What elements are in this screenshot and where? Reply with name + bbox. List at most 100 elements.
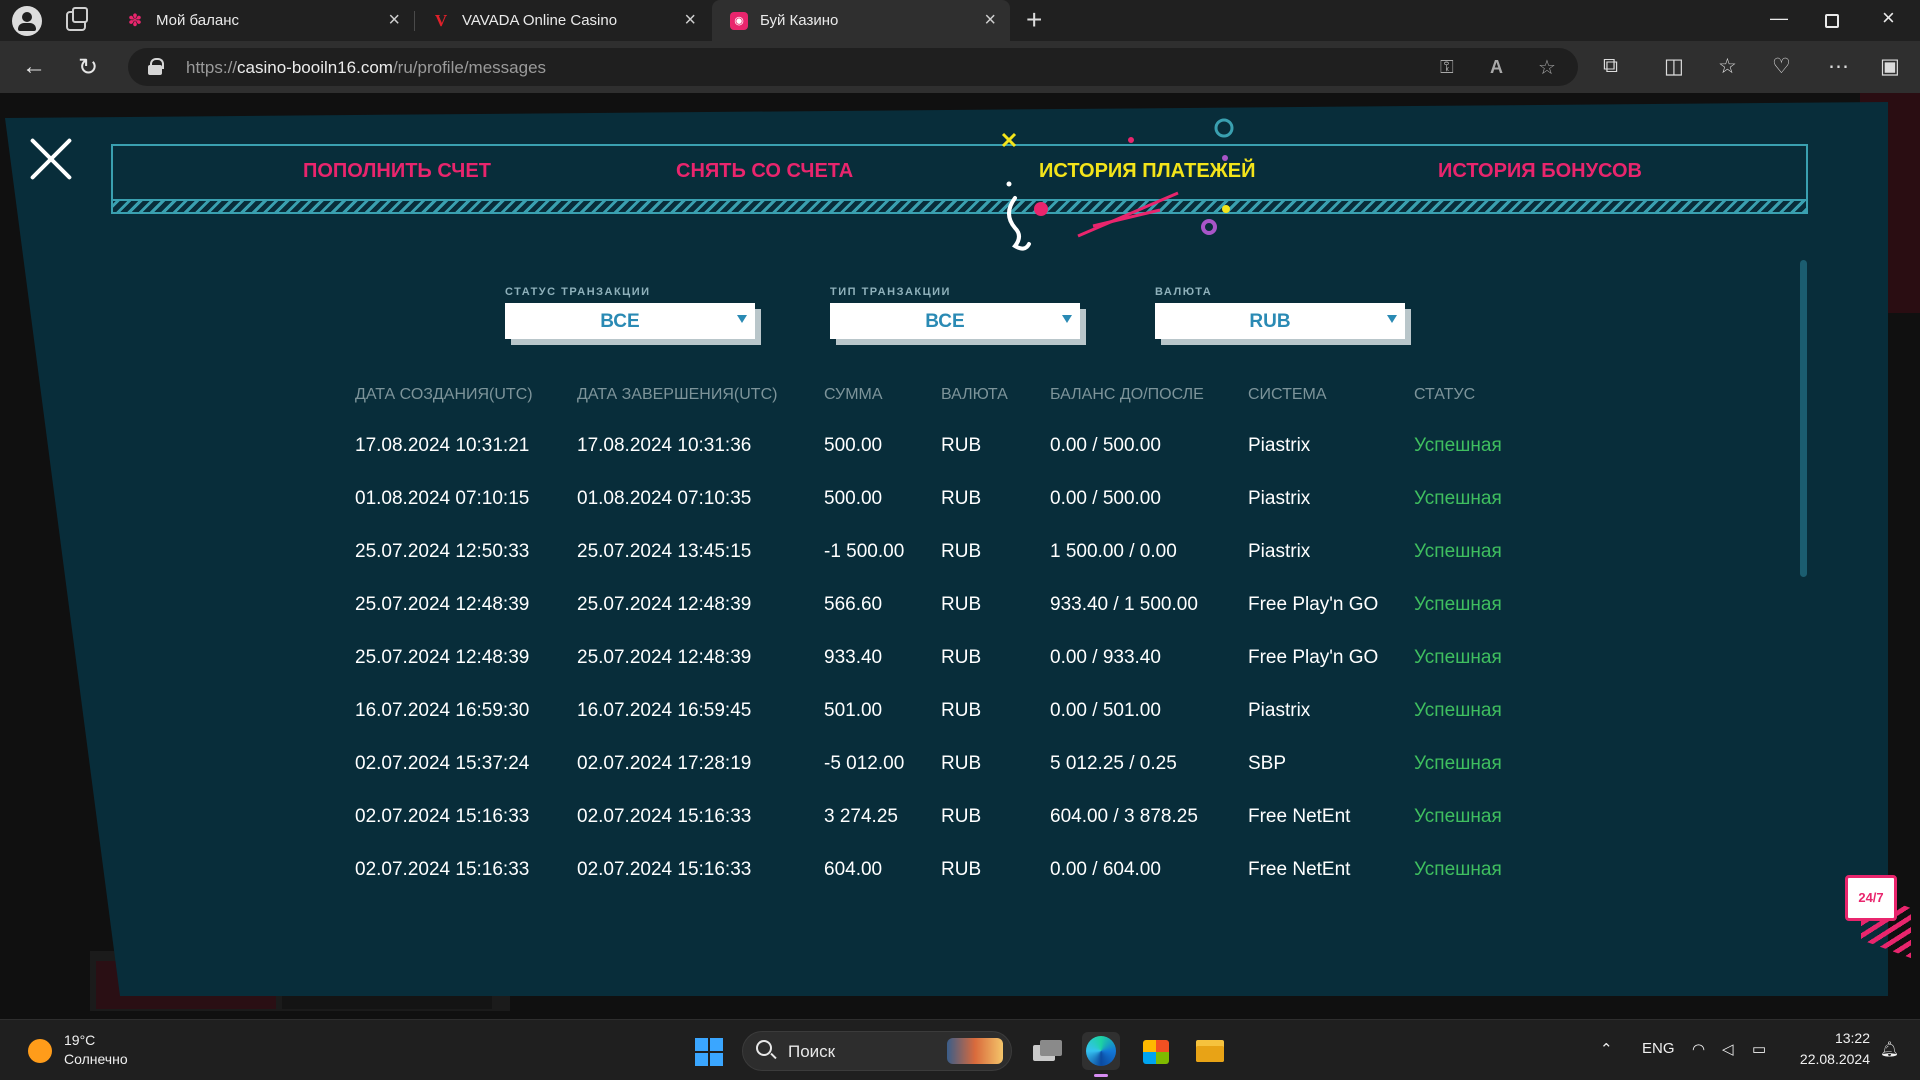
new-tab-icon[interactable]: + xyxy=(1026,4,1042,36)
cell-currency: RUB xyxy=(941,541,982,562)
windows-taskbar: 19°C Солнечно Поиск ⌃ ENG ◠ ◁ ▭ 13:22 22… xyxy=(0,1019,1920,1080)
tab-withdraw[interactable]: СНЯТЬ СО СЧЕТА xyxy=(676,160,853,183)
minimize-icon[interactable]: — xyxy=(1770,8,1788,29)
cell-amount: -5 012.00 xyxy=(824,753,905,774)
extensions-icon[interactable]: ⧉ xyxy=(1603,54,1618,78)
file-explorer-icon[interactable] xyxy=(1191,1032,1229,1070)
cell-amount: 933.40 xyxy=(824,647,883,668)
windows-start-icon[interactable] xyxy=(695,1038,723,1066)
weather-description[interactable]: Солнечно xyxy=(64,1051,128,1067)
browser-tab-casino[interactable]: ◉ Буй Казино × xyxy=(712,0,1010,41)
cell-completed: 25.07.2024 12:48:39 xyxy=(577,594,752,615)
clock-date[interactable]: 22.08.2024 xyxy=(1790,1051,1870,1067)
cell-currency: RUB xyxy=(941,594,982,615)
address-bar[interactable]: https://casino-booiln16.com/ru/profile/m… xyxy=(128,48,1578,86)
cell-system: Piastrix xyxy=(1248,700,1311,721)
cell-balance: 0.00 / 501.00 xyxy=(1050,700,1161,721)
close-window-icon[interactable]: × xyxy=(1882,5,1895,31)
cell-system: Free NetEnt xyxy=(1248,859,1351,880)
filter-status-value: ВСЕ xyxy=(600,311,640,332)
microsoft-store-icon[interactable] xyxy=(1137,1032,1175,1070)
filter-currency-value: RUB xyxy=(1249,311,1291,332)
clock-time[interactable]: 13:22 xyxy=(1830,1030,1870,1046)
browser-tab-vavada[interactable]: V VAVADA Online Casino × xyxy=(414,0,710,41)
restore-icon[interactable] xyxy=(1825,14,1839,28)
search-icon xyxy=(756,1040,772,1056)
column-header-amount: СУММА xyxy=(824,386,883,403)
cell-status: Успешная xyxy=(1414,435,1502,456)
cell-status: Успешная xyxy=(1414,806,1502,827)
cell-completed: 16.07.2024 16:59:45 xyxy=(577,700,752,721)
cell-completed: 17.08.2024 10:31:36 xyxy=(577,435,752,456)
volume-icon[interactable]: ◁ xyxy=(1722,1040,1734,1058)
cell-status: Успешная xyxy=(1414,594,1502,615)
close-modal-icon[interactable] xyxy=(27,135,75,183)
more-options-icon[interactable]: ⋯ xyxy=(1828,54,1849,79)
key-icon[interactable]: ⚿ xyxy=(1440,57,1454,78)
cell-created: 17.08.2024 10:31:21 xyxy=(355,435,530,456)
column-header-status: СТАТУС xyxy=(1414,386,1476,403)
filter-currency-select[interactable]: RUB xyxy=(1155,303,1405,339)
language-indicator[interactable]: ENG xyxy=(1642,1040,1675,1057)
lock-icon[interactable] xyxy=(148,58,164,75)
cell-currency: RUB xyxy=(941,647,982,668)
task-view-icon[interactable] xyxy=(1028,1032,1066,1070)
cell-amount: 604.00 xyxy=(824,859,883,880)
profile-avatar-icon[interactable] xyxy=(12,6,42,36)
close-tab-icon[interactable]: × xyxy=(684,9,696,32)
cell-completed: 01.08.2024 07:10:35 xyxy=(577,488,752,509)
back-arrow-icon[interactable]: ← xyxy=(22,53,46,81)
support-chat-button[interactable]: 24/7 xyxy=(1845,875,1897,921)
cell-created: 25.07.2024 12:48:39 xyxy=(355,594,530,615)
cell-system: Free Play'n GO xyxy=(1248,594,1379,615)
notification-bell-icon[interactable]: 🔔︎ xyxy=(1880,1040,1899,1058)
browser-toolbar: ← ↻ https://casino-booiln16.com/ru/profi… xyxy=(0,41,1920,93)
split-screen-icon[interactable]: ◫ xyxy=(1664,54,1684,79)
support-chat-widget[interactable]: 24/7 xyxy=(1843,873,1915,959)
close-tab-icon[interactable]: × xyxy=(388,9,400,32)
column-header-created: ДАТА СОЗДАНИЯ(UTC) xyxy=(355,386,533,403)
browser-tab-strip: ✽ Мой баланс × V VAVADA Online Casino × … xyxy=(0,0,1920,41)
refresh-icon[interactable]: ↻ xyxy=(78,53,98,82)
url-text[interactable]: https://casino-booiln16.com/ru/profile/m… xyxy=(186,58,546,78)
column-header-completed: ДАТА ЗАВЕРШЕНИЯ(UTC) xyxy=(577,386,778,403)
weather-temperature[interactable]: 19°C xyxy=(64,1032,95,1048)
tab-deposit[interactable]: ПОПОЛНИТЬ СЧЕТ xyxy=(303,160,491,183)
favorite-star-icon[interactable]: ☆ xyxy=(1538,55,1556,80)
battery-icon[interactable]: ▭ xyxy=(1752,1040,1766,1058)
cell-created: 16.07.2024 16:59:30 xyxy=(355,700,530,721)
profile-tabs-hatch xyxy=(111,201,1808,214)
close-tab-icon[interactable]: × xyxy=(984,9,996,32)
taskbar-search[interactable]: Поиск xyxy=(742,1031,1012,1071)
column-header-currency: ВАЛЮТА xyxy=(941,386,1008,403)
filter-status-select[interactable]: ВСЕ xyxy=(505,303,755,339)
column-header-balance: БАЛАНС ДО/ПОСЛЕ xyxy=(1050,386,1204,403)
browser-essentials-icon[interactable]: ♡ xyxy=(1772,54,1791,79)
edge-browser-icon[interactable] xyxy=(1082,1032,1120,1077)
confetti-decoration-icon xyxy=(1001,118,1234,251)
workspaces-icon[interactable] xyxy=(66,7,88,31)
cell-status: Успешная xyxy=(1414,859,1502,880)
scrollbar-thumb[interactable] xyxy=(1800,260,1807,577)
tab-bonus-history[interactable]: ИСТОРИЯ БОНУСОВ xyxy=(1438,160,1642,183)
read-aloud-icon[interactable]: A xyxy=(1490,57,1503,78)
cell-balance: 604.00 / 3 878.25 xyxy=(1050,806,1198,827)
filter-type-select[interactable]: ВСЕ xyxy=(830,303,1080,339)
cell-currency: RUB xyxy=(941,700,982,721)
sidebar-toggle-icon[interactable]: ▣ xyxy=(1880,54,1900,79)
wifi-icon[interactable]: ◠ xyxy=(1692,1040,1705,1058)
cell-created: 25.07.2024 12:50:33 xyxy=(355,541,530,562)
cell-status: Успешная xyxy=(1414,488,1502,509)
favorites-icon[interactable]: ☆ xyxy=(1718,54,1737,79)
cell-created: 25.07.2024 12:48:39 xyxy=(355,647,530,668)
cell-balance: 0.00 / 933.40 xyxy=(1050,647,1161,668)
chevron-up-icon[interactable]: ⌃ xyxy=(1600,1040,1613,1058)
cell-created: 02.07.2024 15:16:33 xyxy=(355,806,530,827)
browser-tab-balance[interactable]: ✽ Мой баланс × xyxy=(108,0,414,41)
sun-weather-icon[interactable] xyxy=(28,1039,52,1063)
tab-payment-history[interactable]: ИСТОРИЯ ПЛАТЕЖЕЙ xyxy=(1039,160,1255,183)
cell-currency: RUB xyxy=(941,859,982,880)
cell-status: Успешная xyxy=(1414,753,1502,774)
cell-balance: 933.40 / 1 500.00 xyxy=(1050,594,1198,615)
casino-logo-icon: ◉ xyxy=(730,12,748,30)
